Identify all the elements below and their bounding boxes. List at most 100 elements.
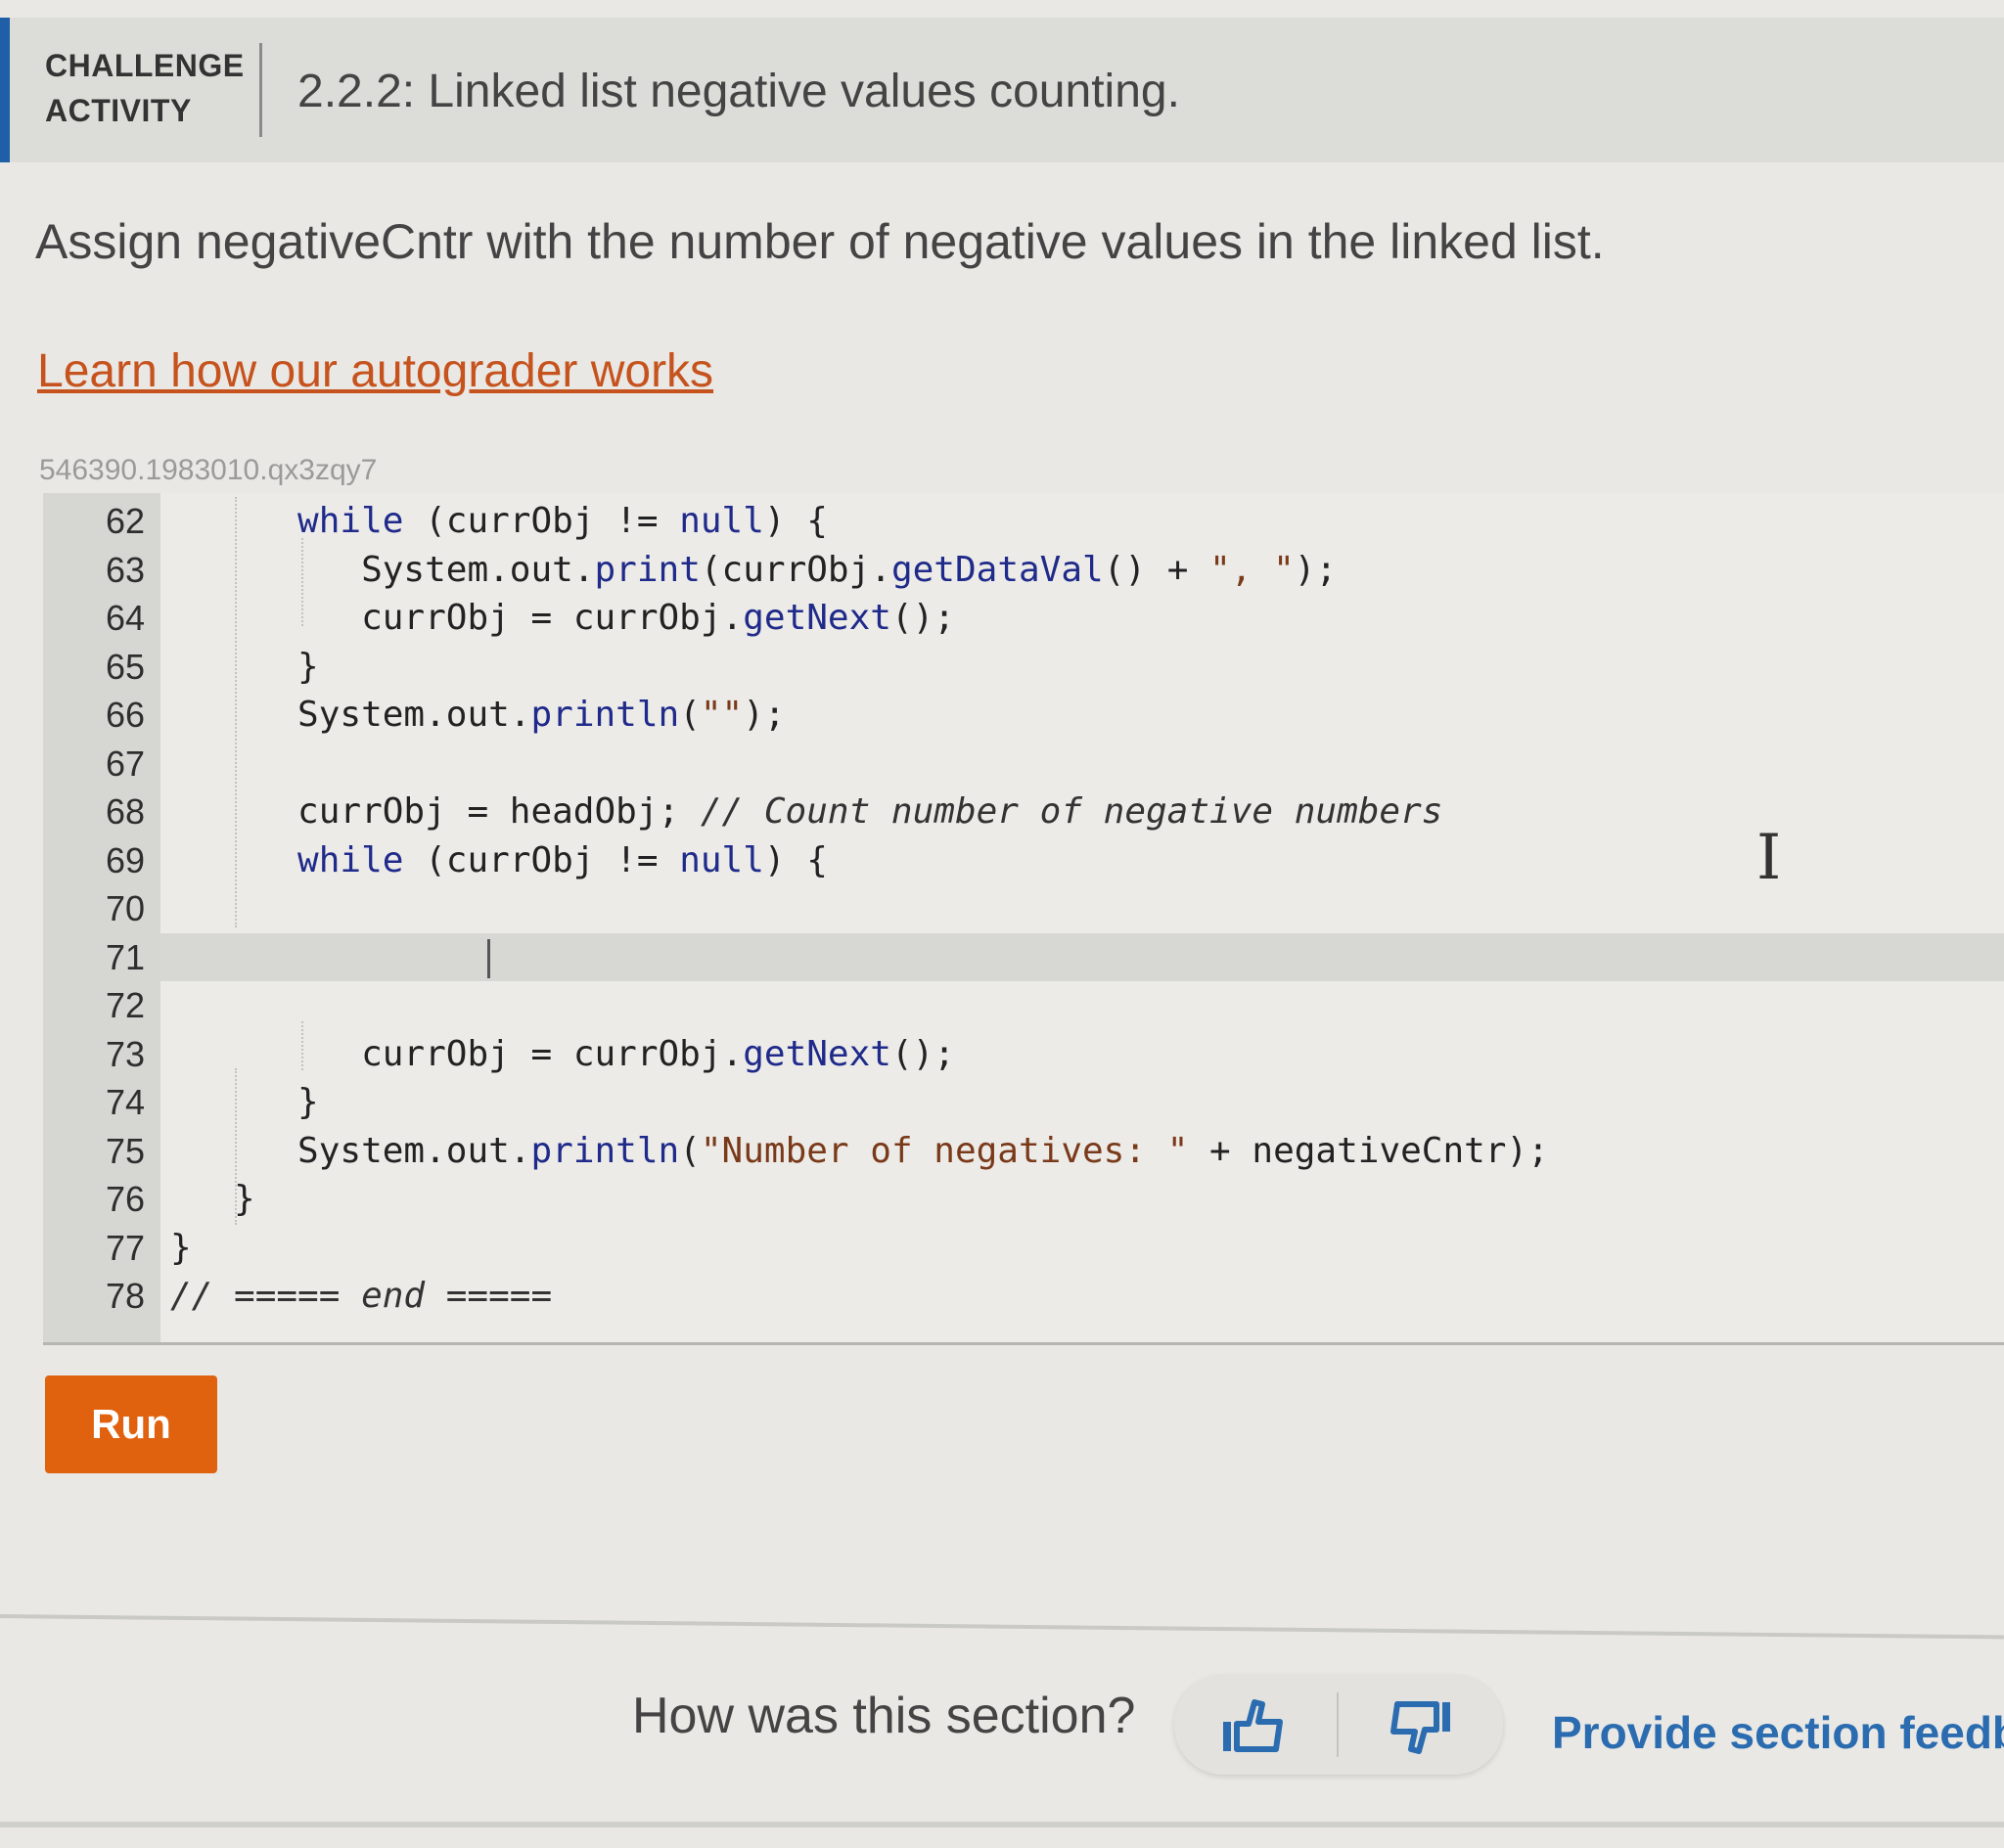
code-token: (); (890, 598, 955, 638)
code-keyword: null (679, 839, 764, 880)
line-number: 62 (105, 501, 145, 541)
code-token: (currObj. (700, 549, 891, 590)
code-line[interactable]: 69 while (currObj != null) { (43, 836, 2004, 884)
activity-kind: CHALLENGE ACTIVITY (45, 43, 245, 133)
activity-title: 2.2.2: Linked list negative values count… (297, 66, 1180, 117)
line-number: 63 (105, 549, 145, 590)
line-number: 75 (105, 1130, 145, 1171)
code-keyword: getNext (743, 1033, 891, 1074)
code-text[interactable]: System.out.print(currObj.getDataVal() + … (170, 546, 1337, 594)
code-line[interactable]: 66 System.out.println(""); (43, 691, 2004, 739)
code-line[interactable]: 63 System.out.print(currObj.getDataVal()… (43, 546, 2004, 594)
code-keyword: while (297, 839, 426, 880)
page-bottom-rule (0, 1822, 2004, 1827)
line-number: 65 (105, 646, 145, 687)
activity-id: 546390.1983010.qx3zqy7 (39, 454, 378, 486)
activity-kind-line2: ACTIVITY (45, 93, 192, 128)
code-string: "" (700, 695, 744, 735)
code-line[interactable]: 73 currObj = currObj.getNext(); (43, 1030, 2004, 1078)
provide-feedback-link[interactable]: Provide section feedb (1552, 1706, 2004, 1759)
code-text[interactable]: } (170, 1078, 319, 1126)
line-number: 69 (105, 839, 145, 880)
code-line[interactable]: 72 (43, 981, 2004, 1029)
code-text[interactable]: currObj = currObj.getNext(); (170, 594, 955, 642)
activity-header: CHALLENGE ACTIVITY 2.2.2: Linked list ne… (0, 18, 2004, 162)
code-token: ); (743, 695, 786, 735)
code-line[interactable]: 71 (43, 932, 2004, 981)
code-line[interactable]: 75 System.out.println("Number of negativ… (43, 1127, 2004, 1175)
code-string: ", " (1209, 549, 1295, 590)
activity-kind-line1: CHALLENGE (45, 48, 245, 83)
rating-control (1174, 1675, 1503, 1775)
header-divider (259, 43, 262, 137)
code-token: } (297, 646, 319, 687)
code-token: (); (890, 1033, 955, 1074)
line-number: 77 (105, 1227, 145, 1268)
code-line[interactable]: 64 currObj = currObj.getNext(); (43, 594, 2004, 642)
code-token: (currObj != (425, 501, 680, 541)
thumbs-down-icon (1390, 1701, 1450, 1754)
code-comment: // Count number of negative numbers (700, 791, 1443, 832)
instructions-text: Assign negativeCntr with the number of n… (35, 214, 1605, 269)
code-line[interactable]: 67 (43, 740, 2004, 788)
feedback-question: How was this section? (632, 1688, 1136, 1744)
autograder-help-link[interactable]: Learn how our autograder works (37, 344, 713, 398)
code-token: } (234, 1179, 255, 1219)
run-button[interactable]: Run (45, 1375, 217, 1473)
code-line[interactable]: 78 // ===== end ===== (43, 1272, 2004, 1320)
code-text[interactable]: } (170, 643, 319, 691)
line-number: 72 (105, 985, 145, 1025)
text-cursor-icon: I (1756, 822, 1782, 894)
code-line[interactable]: 74 } (43, 1078, 2004, 1126)
code-line[interactable]: 68 currObj = headObj; // Count number of… (43, 788, 2004, 835)
code-token: System.out. (297, 1130, 531, 1171)
thumbs-down-button[interactable] (1386, 1696, 1454, 1757)
line-number: 78 (105, 1276, 145, 1316)
code-token: () + (1103, 549, 1210, 590)
line-number: 70 (105, 888, 145, 928)
code-token: ) { (763, 839, 828, 880)
thumbs-up-icon (1223, 1699, 1283, 1752)
code-token: currObj = currObj. (361, 598, 744, 638)
text-caret (487, 938, 490, 978)
thumbs-up-button[interactable] (1219, 1696, 1288, 1757)
code-text[interactable]: } (170, 1175, 255, 1223)
code-token: ( (679, 695, 701, 735)
code-keyword: println (530, 1130, 680, 1171)
code-line[interactable]: 76 } (43, 1175, 2004, 1223)
code-token: ) { (763, 501, 828, 541)
code-text[interactable]: while (currObj != null) { (170, 497, 828, 545)
code-token: (currObj != (425, 839, 680, 880)
code-token: currObj = currObj. (361, 1033, 744, 1074)
code-keyword: null (679, 501, 764, 541)
code-line[interactable]: 70 (43, 884, 2004, 932)
line-number: 71 (105, 936, 145, 977)
code-text[interactable]: } (170, 1224, 192, 1272)
line-number: 74 (105, 1082, 145, 1122)
code-text[interactable]: currObj = currObj.getNext(); (170, 1030, 955, 1078)
code-token: ( (679, 1130, 701, 1171)
code-token: System.out. (361, 549, 595, 590)
line-number: 73 (105, 1033, 145, 1074)
code-editor[interactable]: 62 while (currObj != null) {63 System.ou… (43, 493, 2004, 1345)
section-divider (0, 1614, 2004, 1640)
rating-divider (1337, 1692, 1339, 1757)
code-keyword: println (530, 695, 680, 735)
code-text[interactable]: System.out.println("Number of negatives:… (170, 1127, 1549, 1175)
line-number: 66 (105, 695, 145, 735)
code-text[interactable]: System.out.println(""); (170, 691, 786, 739)
code-line[interactable]: 62 while (currObj != null) { (43, 497, 2004, 545)
code-string: "Number of negatives: " (700, 1130, 1189, 1171)
code-text[interactable]: while (currObj != null) { (170, 836, 828, 884)
code-keyword: while (297, 501, 426, 541)
code-text[interactable]: currObj = headObj; // Count number of ne… (170, 788, 1442, 835)
line-number: 67 (105, 743, 145, 784)
active-line-highlight (160, 932, 2004, 981)
code-keyword: getDataVal (890, 549, 1104, 590)
code-token: System.out. (297, 695, 531, 735)
code-line[interactable]: 65 } (43, 643, 2004, 691)
code-keyword: print (594, 549, 701, 590)
code-line[interactable]: 77} (43, 1224, 2004, 1272)
code-keyword: getNext (743, 598, 891, 638)
code-text[interactable]: // ===== end ===== (170, 1272, 552, 1320)
